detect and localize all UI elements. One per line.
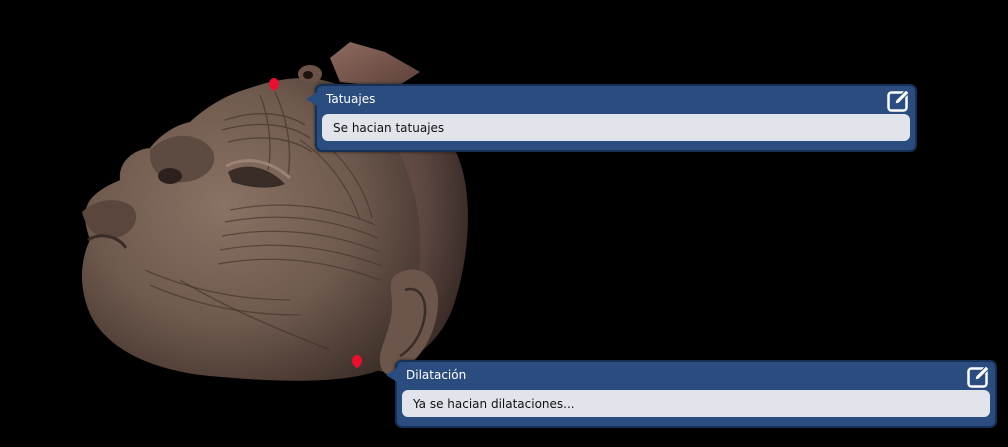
annotation-text: Se hacian tatuajes [333, 121, 445, 135]
edit-icon[interactable] [886, 87, 912, 113]
annotation-body: Ya se hacian dilataciones... [402, 390, 990, 417]
annotation-text: Ya se hacian dilataciones... [413, 397, 575, 411]
annotation-title: Dilatación [406, 368, 467, 382]
annotation-header: Tatuajes [317, 86, 915, 112]
annotation-pointer [306, 92, 317, 106]
hotspot-marker-dilatacion[interactable] [352, 355, 362, 368]
mask-crest [330, 42, 420, 88]
annotation-pointer [386, 368, 397, 382]
annotation-dilatacion: Dilatación Ya se hacian dilataciones... [386, 360, 997, 428]
hotspot-marker-tatuajes[interactable] [269, 78, 279, 91]
mask-nostril [158, 168, 182, 184]
annotation-body: Se hacian tatuajes [322, 114, 910, 141]
annotation-header: Dilatación [397, 362, 995, 388]
annotation-title: Tatuajes [326, 92, 376, 106]
edit-icon[interactable] [966, 363, 992, 389]
3d-viewer[interactable]: Tatuajes Se hacian tatuajes Dilatación Y… [0, 0, 1008, 447]
annotation-tatuajes: Tatuajes Se hacian tatuajes [306, 84, 917, 152]
